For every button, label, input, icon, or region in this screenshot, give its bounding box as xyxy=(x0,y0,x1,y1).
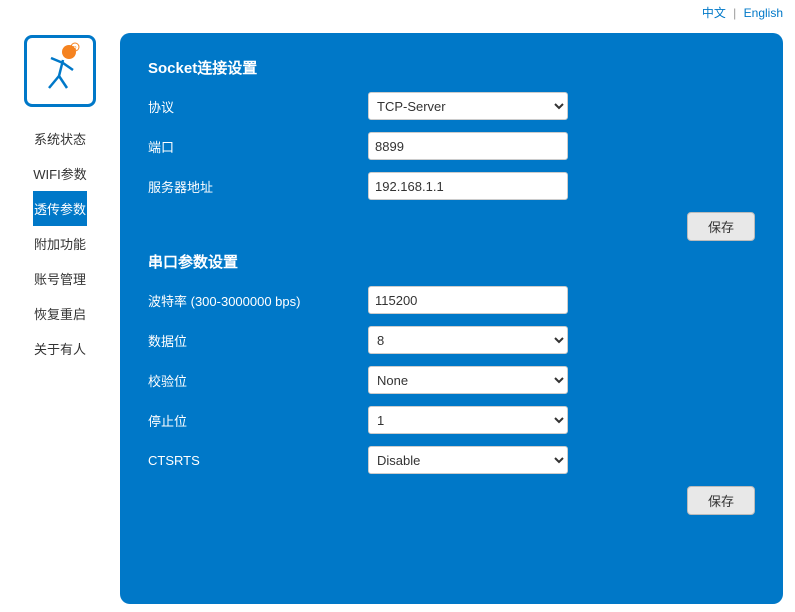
socket-section-title: Socket连接设置 xyxy=(148,57,755,78)
logo-icon: R xyxy=(31,42,89,100)
nav-list: 系统状态WIFI参数透传参数附加功能账号管理恢复重启关于有人 xyxy=(33,121,86,366)
main-layout: R 系统状态WIFI参数透传参数附加功能账号管理恢复重启关于有人 Socket连… xyxy=(0,25,795,612)
sidebar-item-additional-func[interactable]: 附加功能 xyxy=(33,226,86,261)
sidebar-item-system-status[interactable]: 系统状态 xyxy=(33,121,86,156)
svg-text:R: R xyxy=(73,46,77,52)
save-button-2[interactable]: 保存 xyxy=(687,486,755,515)
stop-bits-label: 停止位 xyxy=(148,411,368,430)
save-row-1: 保存 xyxy=(148,212,755,241)
protocol-select[interactable]: TCP-ServerTCP-ClientUDP-ServerUDP-Client xyxy=(368,92,568,120)
lang-en-link[interactable]: English xyxy=(744,6,783,20)
port-label: 端口 xyxy=(148,137,368,156)
save-row-2: 保存 xyxy=(148,486,755,515)
sidebar-item-account-mgmt[interactable]: 账号管理 xyxy=(33,261,86,296)
protocol-group: 协议 TCP-ServerTCP-ClientUDP-ServerUDP-Cli… xyxy=(148,92,755,120)
logo-box: R xyxy=(24,35,96,107)
lang-zh-link[interactable]: 中文 xyxy=(702,6,726,20)
stop-bits-group: 停止位 11.52 xyxy=(148,406,755,434)
parity-group: 校验位 NoneOddEvenMarkSpace xyxy=(148,366,755,394)
data-bits-label: 数据位 xyxy=(148,331,368,350)
data-bits-group: 数据位 5678 xyxy=(148,326,755,354)
main-content: Socket连接设置 协议 TCP-ServerTCP-ClientUDP-Se… xyxy=(120,33,783,604)
port-group: 端口 xyxy=(148,132,755,160)
server-addr-input[interactable] xyxy=(368,172,568,200)
ctsrts-group: CTSRTS DisableEnable xyxy=(148,446,755,474)
serial-section-title: 串口参数设置 xyxy=(148,251,755,272)
protocol-label: 协议 xyxy=(148,97,368,116)
ctsrts-select[interactable]: DisableEnable xyxy=(368,446,568,474)
ctsrts-label: CTSRTS xyxy=(148,453,368,468)
baud-input[interactable] xyxy=(368,286,568,314)
sidebar-item-about[interactable]: 关于有人 xyxy=(33,331,86,366)
sidebar-item-transparent-params[interactable]: 透传参数 xyxy=(33,191,86,226)
save-button-1[interactable]: 保存 xyxy=(687,212,755,241)
top-bar: 中文 | English xyxy=(0,0,795,25)
port-input[interactable] xyxy=(368,132,568,160)
lang-separator: | xyxy=(733,6,736,20)
stop-bits-select[interactable]: 11.52 xyxy=(368,406,568,434)
baud-group: 波特率 (300-3000000 bps) xyxy=(148,286,755,314)
server-addr-label: 服务器地址 xyxy=(148,177,368,196)
sidebar-item-restore-restart[interactable]: 恢复重启 xyxy=(33,296,86,331)
parity-label: 校验位 xyxy=(148,371,368,390)
parity-select[interactable]: NoneOddEvenMarkSpace xyxy=(368,366,568,394)
server-addr-group: 服务器地址 xyxy=(148,172,755,200)
baud-label: 波特率 (300-3000000 bps) xyxy=(148,291,368,310)
sidebar-item-wifi-params[interactable]: WIFI参数 xyxy=(33,156,86,191)
data-bits-select[interactable]: 5678 xyxy=(368,326,568,354)
sidebar: R 系统状态WIFI参数透传参数附加功能账号管理恢复重启关于有人 xyxy=(0,25,120,612)
